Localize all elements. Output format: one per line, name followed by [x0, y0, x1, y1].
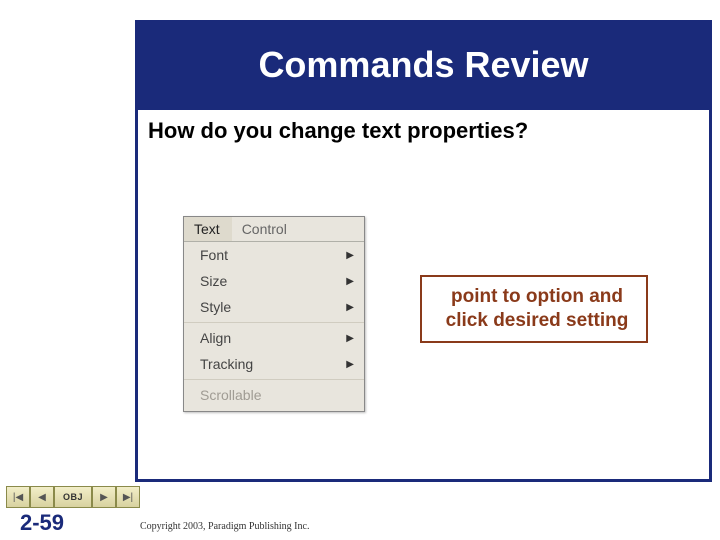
menu-item-label: Align: [200, 330, 346, 346]
tab-text[interactable]: Text: [184, 217, 232, 241]
slide-number: 2-59: [20, 510, 64, 536]
chevron-right-icon: ▶: [346, 333, 354, 344]
slide-nav: |◀ ◀ OBJ ▶ ▶|: [6, 486, 140, 508]
copyright-text: Copyright 2003, Paradigm Publishing Inc.: [140, 521, 309, 532]
last-slide-button[interactable]: ▶|: [116, 486, 140, 508]
menu-item-size[interactable]: Size ▶: [184, 268, 364, 294]
last-icon: ▶|: [123, 492, 133, 503]
menu-separator: [184, 322, 364, 323]
instruction-callout: point to option and click desired settin…: [420, 275, 648, 343]
next-icon: ▶: [100, 492, 108, 503]
chevron-right-icon: ▶: [346, 359, 354, 370]
menu-item-font[interactable]: Font ▶: [184, 242, 364, 268]
tab-control[interactable]: Control: [232, 217, 299, 241]
first-icon: |◀: [13, 492, 23, 503]
chevron-right-icon: ▶: [346, 302, 354, 313]
question-text: How do you change text properties?: [148, 118, 528, 144]
obj-button[interactable]: OBJ: [54, 486, 92, 508]
obj-label: OBJ: [63, 492, 83, 502]
menu-item-label: Scrollable: [200, 387, 261, 403]
menu-item-scrollable: Scrollable: [184, 382, 364, 411]
tab-label: Text: [194, 221, 220, 237]
menu-tabs: Text Control: [184, 217, 364, 242]
menu-item-align[interactable]: Align ▶: [184, 325, 364, 351]
first-slide-button[interactable]: |◀: [6, 486, 30, 508]
menu-item-label: Font: [200, 247, 346, 263]
chevron-right-icon: ▶: [346, 250, 354, 261]
title-bar: Commands Review: [135, 20, 712, 110]
tab-label: Control: [242, 221, 287, 237]
menu-separator: [184, 379, 364, 380]
prev-slide-button[interactable]: ◀: [30, 486, 54, 508]
next-slide-button[interactable]: ▶: [92, 486, 116, 508]
text-properties-menu: Text Control Font ▶ Size ▶ Style ▶ Align…: [183, 216, 365, 412]
menu-item-tracking[interactable]: Tracking ▶: [184, 351, 364, 377]
menu-item-label: Size: [200, 273, 346, 289]
menu-list: Font ▶ Size ▶ Style ▶ Align ▶ Tracking ▶…: [184, 242, 364, 411]
menu-item-label: Tracking: [200, 356, 346, 372]
callout-text: point to option and click desired settin…: [436, 285, 638, 333]
page-title: Commands Review: [258, 44, 588, 86]
prev-icon: ◀: [38, 492, 46, 503]
chevron-right-icon: ▶: [346, 276, 354, 287]
menu-item-label: Style: [200, 299, 346, 315]
menu-item-style[interactable]: Style ▶: [184, 294, 364, 320]
